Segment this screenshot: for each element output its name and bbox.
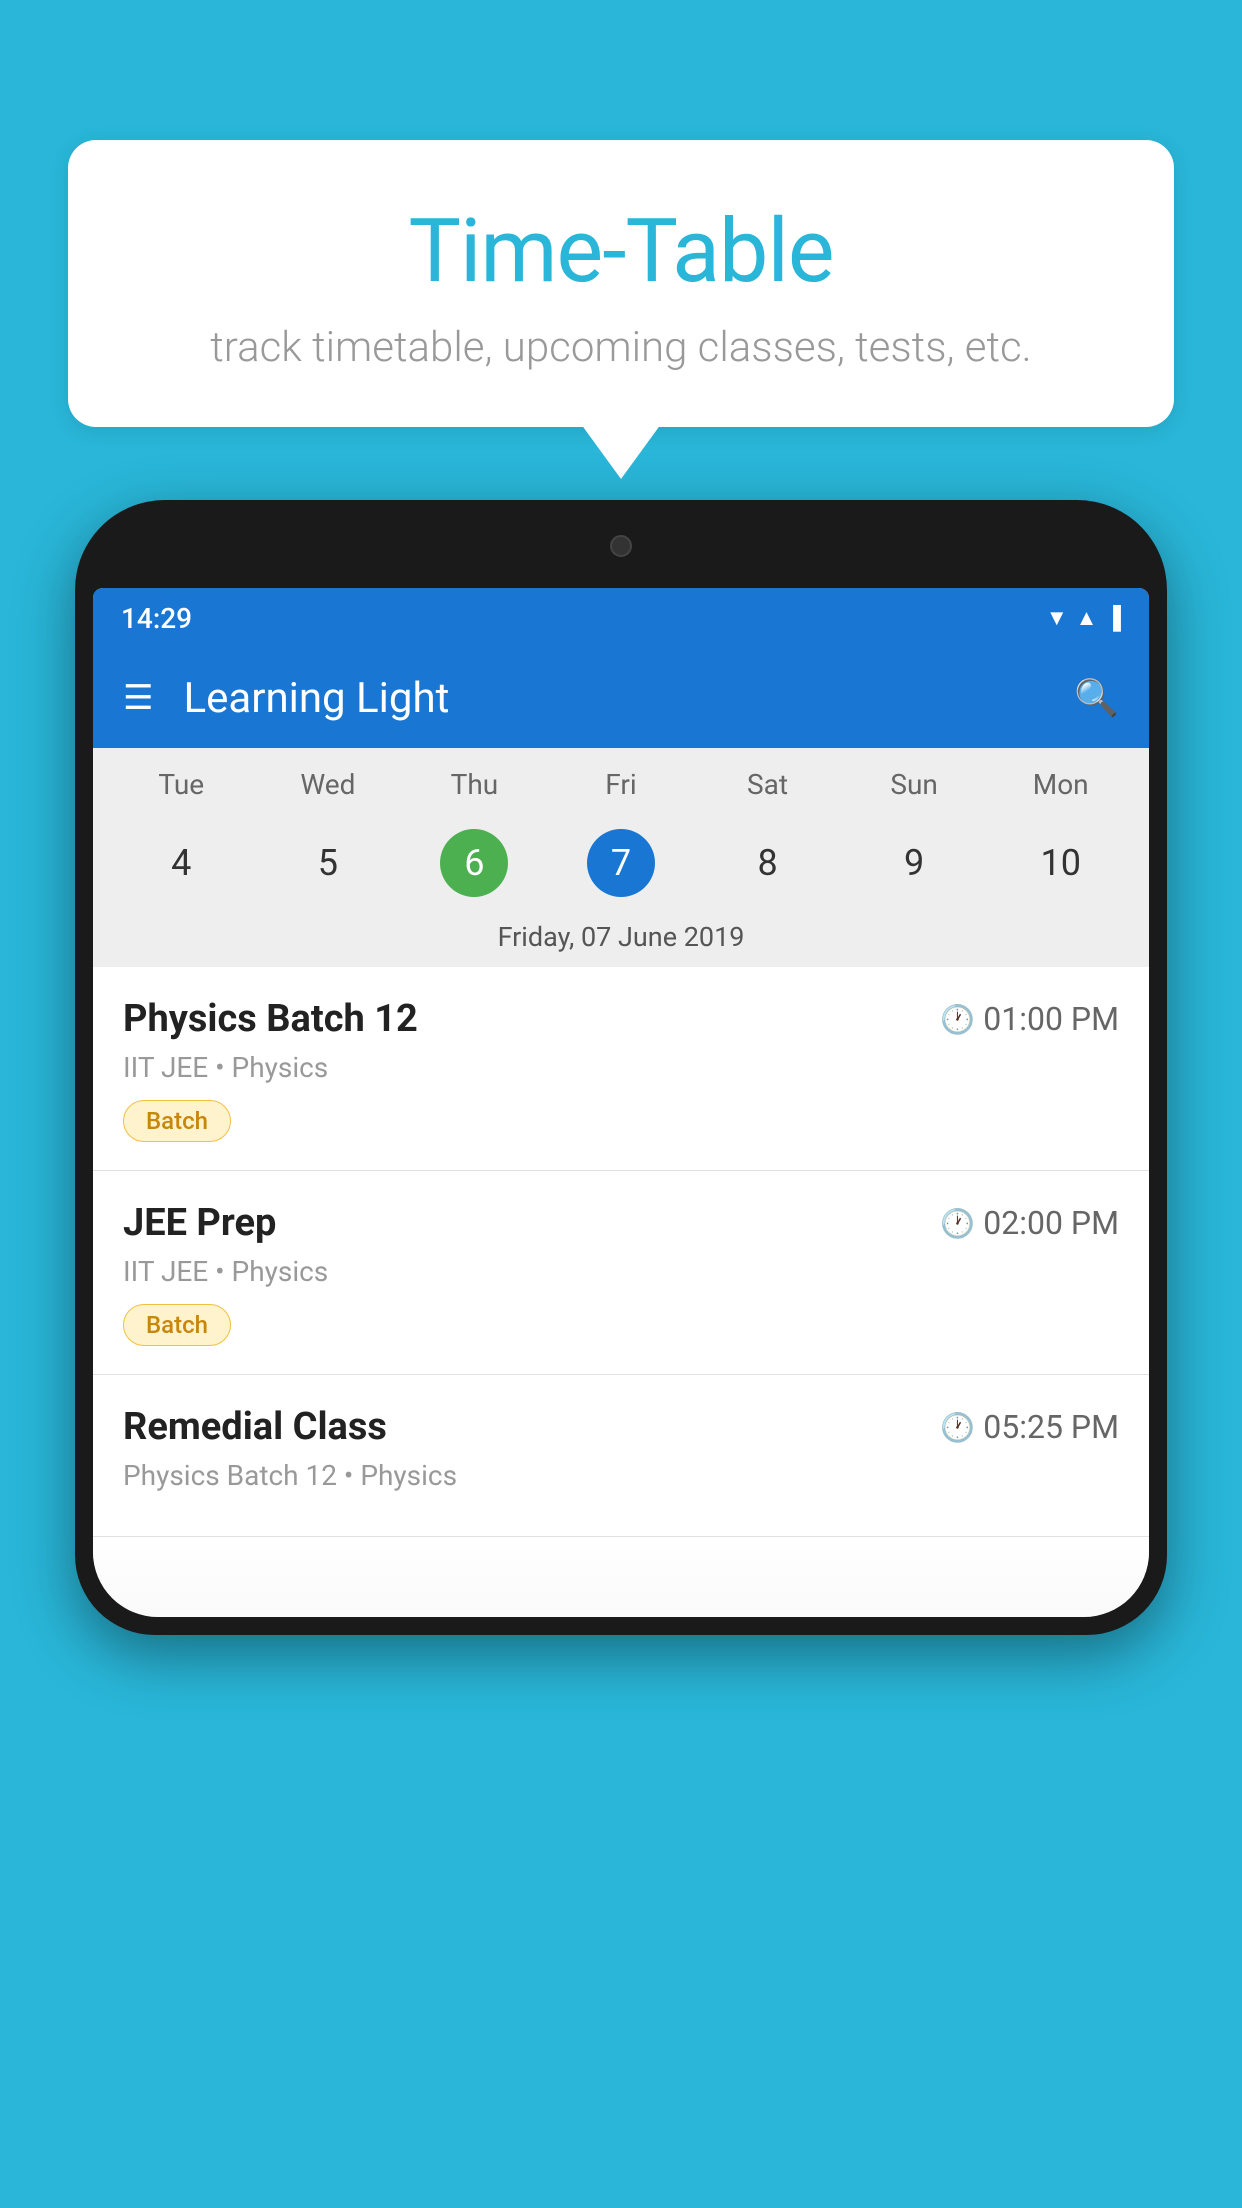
day-label: Wed xyxy=(255,760,402,809)
day-number[interactable]: 6 xyxy=(401,819,548,907)
day-number[interactable]: 8 xyxy=(694,819,841,907)
schedule-time-text: 01:00 PM xyxy=(983,1000,1119,1038)
schedule-item[interactable]: Physics Batch 12 🕐01:00 PM IIT JEE • Physi… xyxy=(93,967,1149,1171)
clock-icon: 🕐 xyxy=(940,1003,975,1036)
day-label: Mon xyxy=(987,760,1134,809)
schedule-item-name: JEE Prep xyxy=(123,1201,276,1245)
day-label: Tue xyxy=(108,760,255,809)
status-time: 14:29 xyxy=(121,602,192,635)
schedule-meta: IIT JEE • Physics xyxy=(123,1051,1119,1084)
battery-icon: ▐ xyxy=(1105,605,1121,631)
schedule-item-name: Remedial Class xyxy=(123,1405,387,1449)
status-bar: 14:29 ▼ ▲ ▐ xyxy=(93,588,1149,648)
schedule-list: Physics Batch 12🕐01:00 PMIIT JEE • Physi… xyxy=(93,967,1149,1537)
batch-badge: Batch xyxy=(123,1100,231,1142)
phone-mockup: 14:29 ▼ ▲ ▐ ☰ Learning Light 🔍 TueWedThu… xyxy=(75,500,1167,2208)
app-title: Learning Light xyxy=(183,674,1074,723)
day-number[interactable]: 5 xyxy=(255,819,402,907)
phone-screen: 14:29 ▼ ▲ ▐ ☰ Learning Light 🔍 TueWedThu… xyxy=(93,588,1149,1617)
days-header: TueWedThuFriSatSunMon xyxy=(93,760,1149,809)
phone-notch xyxy=(531,518,711,573)
bottom-fade xyxy=(93,1537,1149,1617)
speech-bubble-container: Time-Table track timetable, upcoming cla… xyxy=(68,140,1174,427)
day-label: Fri xyxy=(548,760,695,809)
calendar-section: TueWedThuFriSatSunMon 45678910 Friday, 0… xyxy=(93,748,1149,967)
phone-outer: 14:29 ▼ ▲ ▐ ☰ Learning Light 🔍 TueWedThu… xyxy=(75,500,1167,1635)
schedule-meta: IIT JEE • Physics xyxy=(123,1255,1119,1288)
signal-icon: ▲ xyxy=(1076,605,1098,631)
app-bar: ☰ Learning Light 🔍 xyxy=(93,648,1149,748)
day-number[interactable]: 10 xyxy=(987,819,1134,907)
day-label: Sat xyxy=(694,760,841,809)
bubble-subtitle: track timetable, upcoming classes, tests… xyxy=(118,323,1124,372)
search-icon[interactable]: 🔍 xyxy=(1074,677,1119,719)
schedule-time-text: 02:00 PM xyxy=(983,1204,1119,1242)
speech-bubble: Time-Table track timetable, upcoming cla… xyxy=(68,140,1174,427)
wifi-icon: ▼ xyxy=(1046,605,1068,631)
days-numbers: 45678910 xyxy=(93,819,1149,907)
clock-icon: 🕐 xyxy=(940,1207,975,1240)
camera xyxy=(610,535,632,557)
day-number[interactable]: 9 xyxy=(841,819,988,907)
bubble-title: Time-Table xyxy=(118,200,1124,303)
day-label: Sun xyxy=(841,760,988,809)
schedule-meta: Physics Batch 12 • Physics xyxy=(123,1459,1119,1492)
clock-icon: 🕐 xyxy=(940,1411,975,1444)
day-number[interactable]: 7 xyxy=(548,819,695,907)
schedule-item-name: Physics Batch 12 xyxy=(123,997,418,1041)
status-icons: ▼ ▲ ▐ xyxy=(1046,605,1121,631)
schedule-item[interactable]: JEE Prep 🕐02:00 PM IIT JEE • Physics Batch xyxy=(93,1171,1149,1375)
day-number[interactable]: 4 xyxy=(108,819,255,907)
day-label: Thu xyxy=(401,760,548,809)
schedule-time-text: 05:25 PM xyxy=(983,1408,1119,1446)
hamburger-icon[interactable]: ☰ xyxy=(123,678,153,718)
batch-badge: Batch xyxy=(123,1304,231,1346)
selected-date-label: Friday, 07 June 2019 xyxy=(93,915,1149,967)
phone-notch-bar xyxy=(93,518,1149,588)
schedule-item[interactable]: Remedial Class 🕐05:25 PM Physics Batch 12 … xyxy=(93,1375,1149,1537)
